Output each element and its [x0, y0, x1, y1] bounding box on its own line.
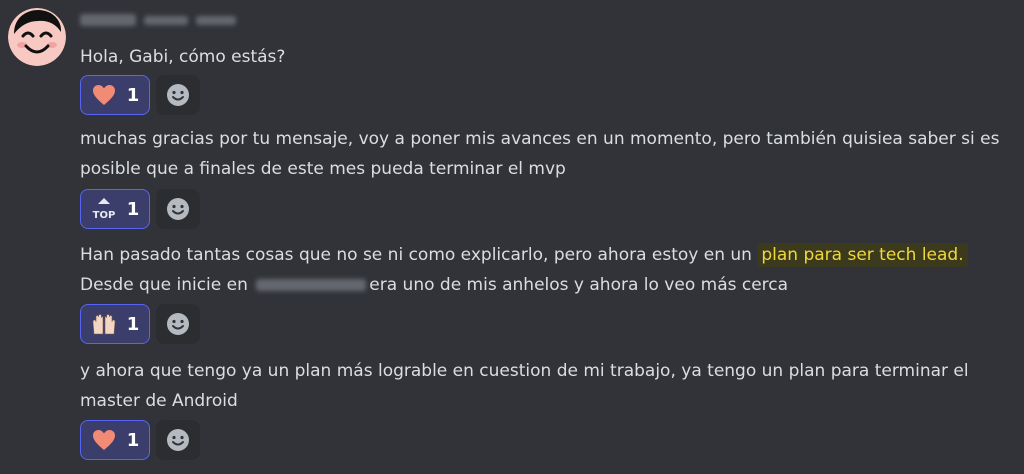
svg-text:TOP: TOP: [92, 210, 115, 221]
smiley-icon: [167, 198, 189, 220]
highlighted-text: plan para ser tech lead.: [757, 243, 968, 267]
message-1: Hola, Gabi, cómo estás?: [80, 42, 1010, 72]
message-3: Han pasado tantas cosas que no se ni com…: [80, 240, 1010, 300]
username-blurred[interactable]: [80, 14, 136, 26]
raising-hands-emoji-icon: [91, 312, 117, 336]
top-emoji-icon: TOP: [90, 196, 117, 222]
reaction-heart-1[interactable]: 1: [80, 75, 150, 115]
reactions-1: 1: [80, 75, 200, 115]
timestamp-blurred: [144, 15, 188, 25]
message-header: [80, 12, 236, 28]
reaction-count: 1: [126, 429, 140, 451]
reactions-3: 1: [80, 304, 200, 344]
heart-emoji-icon: [91, 83, 117, 107]
reactions-2: TOP 1: [80, 189, 200, 229]
reaction-count: 1: [126, 313, 140, 335]
smiley-icon: [167, 84, 189, 106]
reaction-count: 1: [126, 198, 140, 220]
message-1-text: Hola, Gabi, cómo estás?: [80, 47, 286, 67]
message-3-line2-after: era uno de mis anhelos y ahora lo veo má…: [369, 275, 789, 295]
message-4-text: y ahora que tengo ya un plan más lograbl…: [80, 361, 969, 411]
redacted-company-name: [256, 279, 367, 291]
smiley-icon: [167, 313, 189, 335]
reaction-top-2[interactable]: TOP 1: [80, 189, 150, 229]
user-avatar[interactable]: [8, 8, 66, 66]
add-reaction-button[interactable]: [156, 75, 200, 115]
heart-emoji-icon: [91, 428, 117, 452]
reaction-hands-3[interactable]: 1: [80, 304, 150, 344]
message-2: muchas gracias por tu mensaje, voy a pon…: [80, 124, 1010, 184]
message-2-text: muchas gracias por tu mensaje, voy a pon…: [80, 129, 1000, 179]
timestamp-blurred-2: [196, 15, 236, 25]
message-3-line2-before: Desde que inicie en: [80, 275, 254, 295]
add-reaction-button[interactable]: [156, 304, 200, 344]
message-3-text: Han pasado tantas cosas que no se ni com…: [80, 245, 758, 265]
reaction-count: 1: [126, 84, 140, 106]
reactions-4: 1: [80, 420, 200, 460]
add-reaction-button[interactable]: [156, 420, 200, 460]
reaction-heart-4[interactable]: 1: [80, 420, 150, 460]
smiley-icon: [167, 429, 189, 451]
add-reaction-button[interactable]: [156, 189, 200, 229]
message-4: y ahora que tengo ya un plan más lograbl…: [80, 356, 1010, 416]
